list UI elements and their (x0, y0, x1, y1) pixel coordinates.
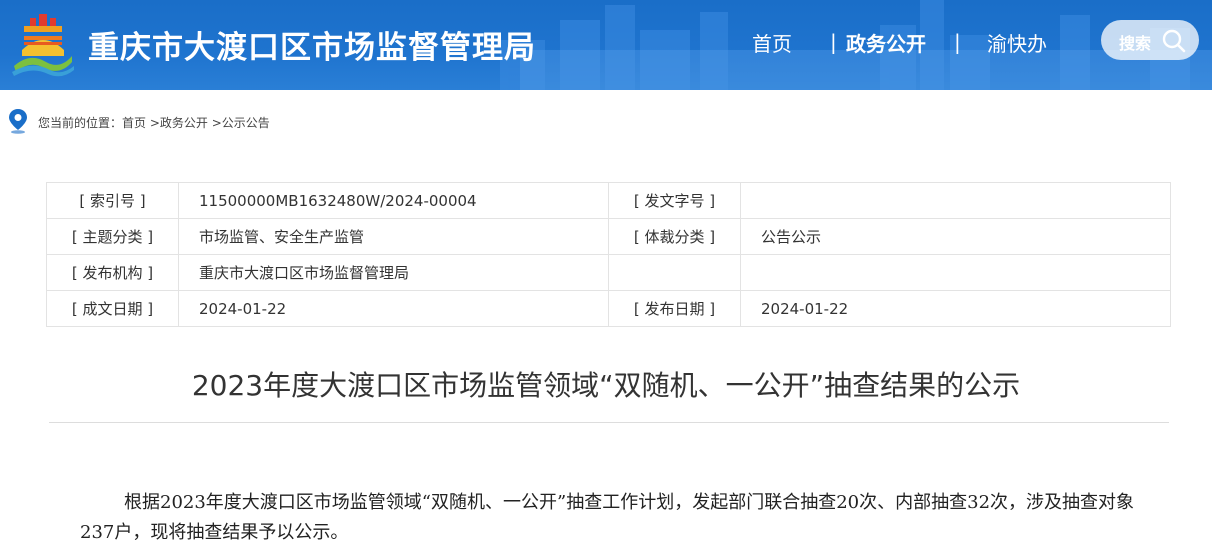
breadcrumb-prefix: 您当前的位置： (38, 116, 123, 130)
nav-home[interactable]: 首页 (752, 28, 792, 57)
empty-cell (608, 254, 741, 291)
nav-government-affairs[interactable]: 政务公开 (846, 28, 926, 57)
publish-date-value: 2024-01-22 (740, 290, 1171, 327)
document-number-value (740, 182, 1171, 219)
genre-category-value: 公告公示 (740, 218, 1171, 255)
article-paragraph: 根据2023年度大渡口区市场监管领域“双随机、一公开”抽查工作计划，发起部门联合… (80, 492, 1135, 543)
nav-separator: | (830, 30, 837, 54)
article-title: 2023年度大渡口区市场监管领域“双随机、一公开”抽查结果的公示 (191, 369, 1021, 402)
publisher-label: [ 发布机构 ] (46, 254, 179, 291)
location-pin-icon (9, 109, 27, 134)
document-number-label: [ 发文字号 ] (608, 182, 741, 219)
written-date-value: 2024-01-22 (178, 290, 609, 327)
search-label: 搜索 (1119, 34, 1152, 53)
index-number-value: 11500000MB1632480W/2024-00004 (178, 182, 609, 219)
site-title[interactable]: 重庆市大渡口区市场监督管理局 (88, 22, 536, 67)
nav-separator: | (954, 30, 961, 54)
table-row: [ 主题分类 ] 市场监管、安全生产监管 [ 体裁分类 ] 公告公示 (46, 218, 1171, 255)
table-row: [ 成文日期 ] 2024-01-22 [ 发布日期 ] 2024-01-22 (46, 290, 1171, 327)
subject-category-value: 市场监管、安全生产监管 (178, 218, 609, 255)
search-button[interactable]: 搜索 (1101, 20, 1199, 60)
site-header: 重庆市大渡口区市场监督管理局 首页 | 政务公开 | 渝快办 搜索 (0, 0, 1212, 90)
written-date-label: [ 成文日期 ] (46, 290, 179, 327)
document-info-table: [ 索引号 ] 11500000MB1632480W/2024-00004 [ … (46, 182, 1171, 327)
index-number-label: [ 索引号 ] (46, 182, 179, 219)
search-icon (1162, 29, 1186, 53)
genre-category-label: [ 体裁分类 ] (608, 218, 741, 255)
title-divider (49, 422, 1169, 423)
table-row: [ 发布机构 ] 重庆市大渡口区市场监督管理局 (46, 254, 1171, 291)
subject-category-label: [ 主题分类 ] (46, 218, 179, 255)
table-row: [ 索引号 ] 11500000MB1632480W/2024-00004 [ … (46, 182, 1171, 219)
empty-cell (740, 254, 1171, 291)
publisher-value: 重庆市大渡口区市场监督管理局 (178, 254, 609, 291)
breadcrumb-home[interactable]: 首页 (122, 116, 146, 130)
nav-yukuaiban[interactable]: 渝快办 (987, 28, 1047, 57)
breadcrumb-announcements[interactable]: >公示公告 (212, 116, 270, 130)
site-logo[interactable] (10, 12, 76, 78)
breadcrumb-government-affairs[interactable]: >政务公开 (150, 116, 208, 130)
publish-date-label: [ 发布日期 ] (608, 290, 741, 327)
